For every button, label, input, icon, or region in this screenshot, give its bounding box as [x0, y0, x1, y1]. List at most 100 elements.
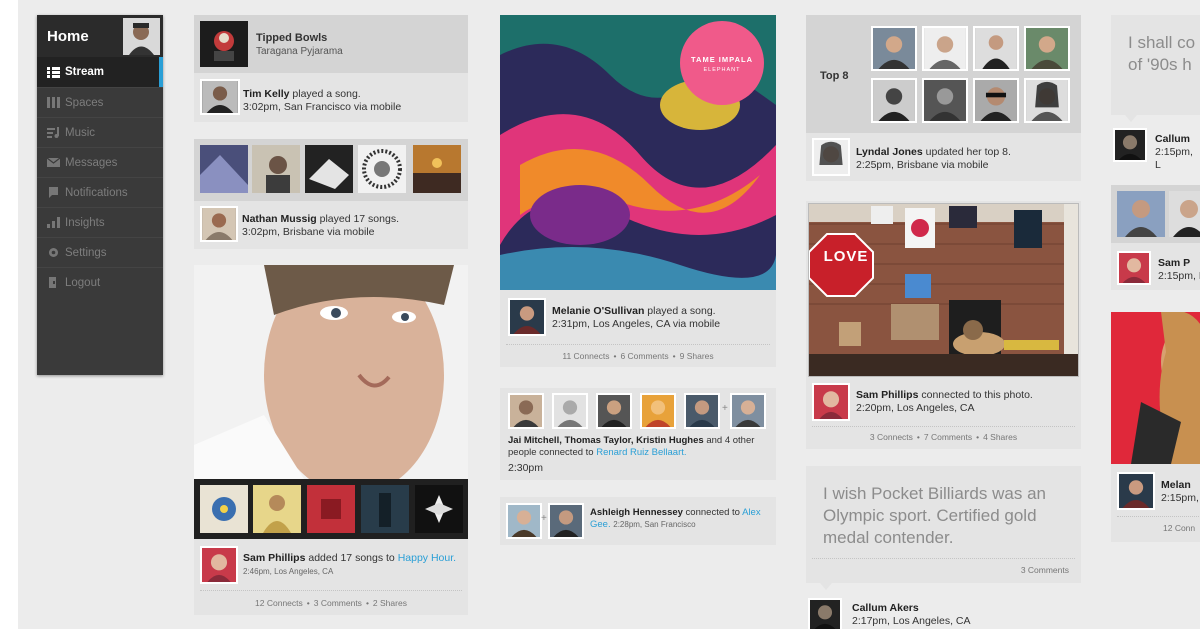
activity-action: played a song. [289, 88, 361, 100]
avatar[interactable] [508, 298, 546, 336]
album-thumb[interactable] [253, 485, 301, 533]
avatar[interactable] [808, 598, 842, 629]
divider [506, 344, 770, 345]
user-name[interactable]: Sam Phillips [856, 389, 918, 401]
avatar[interactable] [640, 393, 676, 429]
shares-link[interactable]: 4 Shares [983, 432, 1017, 442]
connects-link[interactable]: 12 Connects [255, 598, 303, 608]
shares-link[interactable]: 9 Shares [680, 351, 714, 361]
album-thumb[interactable] [361, 485, 409, 533]
avatar[interactable] [1117, 251, 1151, 285]
user-name[interactable]: Tim Kelly [243, 88, 290, 100]
avatar[interactable] [508, 393, 544, 429]
connects-link[interactable]: 11 Connects [562, 351, 609, 361]
avatar[interactable] [922, 78, 968, 123]
album-art[interactable] [200, 21, 248, 67]
settings-icon [47, 247, 60, 258]
song-artist[interactable]: Taragana Pyjarama [256, 45, 343, 58]
avatar[interactable] [812, 138, 850, 176]
comments-link[interactable]: 7 Comments [924, 432, 972, 442]
sidebar-item-messages[interactable]: Messages [37, 147, 163, 177]
album-thumb[interactable] [200, 485, 248, 533]
album-thumb[interactable] [307, 485, 355, 533]
home-link[interactable]: Home [47, 28, 89, 45]
avatar[interactable] [730, 393, 766, 429]
playlist-link[interactable]: Happy Hour. [398, 552, 456, 564]
album-thumb[interactable] [200, 145, 248, 193]
sidebar-header: Home [37, 15, 163, 57]
user-name[interactable]: Callum [1155, 133, 1190, 145]
user-name[interactable]: Melan [1161, 479, 1191, 491]
activity-text: Nathan Mussig played 17 songs. [242, 213, 399, 226]
user-name[interactable]: Sam P [1158, 257, 1190, 269]
user-name[interactable]: Lyndal Jones [856, 146, 923, 158]
album-thumb[interactable] [413, 145, 461, 193]
performer-photo[interactable] [1111, 312, 1200, 464]
album-thumb[interactable] [358, 145, 406, 193]
sidebar-item-label: Insights [65, 216, 105, 229]
sidebar-item-notifications[interactable]: Notifications [37, 177, 163, 207]
avatar[interactable] [973, 78, 1019, 123]
activity-meta: 2:17pm, Los Angeles, CA [852, 615, 971, 627]
sidebar-item-spaces[interactable]: Spaces [37, 87, 163, 117]
user-names[interactable]: Jai Mitchell, Thomas Taylor, Kristin Hug… [508, 435, 704, 446]
album-thumb[interactable] [305, 145, 353, 193]
avatar[interactable] [1024, 26, 1070, 71]
sidebar-item-insights[interactable]: Insights [37, 207, 163, 237]
target-link[interactable]: Renard Ruiz Bellaart. [596, 447, 686, 458]
comments-link[interactable]: 3 Comments [806, 565, 1081, 575]
avatar[interactable] [812, 383, 850, 421]
avatar[interactable] [1169, 191, 1200, 237]
user-avatar[interactable] [123, 18, 160, 55]
avatar[interactable] [922, 26, 968, 71]
activity-text: Sam P [1158, 257, 1190, 270]
sidebar-item-logout[interactable]: Logout [37, 267, 163, 297]
card-stats: 12 Connects • 3 Comments • 2 Shares [255, 598, 407, 608]
connects-link[interactable]: 12 Conn [1163, 523, 1195, 533]
album-title-text: ELEPHANT [703, 67, 741, 73]
activity-text: Melanie O'Sullivan played a song. [552, 305, 716, 318]
avatar[interactable] [200, 79, 240, 115]
room-photo[interactable] [808, 203, 1079, 377]
song-title[interactable]: Tipped Bowls [256, 32, 327, 45]
avatar[interactable] [871, 78, 917, 123]
user-name[interactable]: Callum Akers [852, 602, 919, 614]
user-name[interactable]: Nathan Mussig [242, 213, 317, 225]
avatar[interactable] [973, 26, 1019, 71]
speech-tail [820, 583, 832, 590]
avatar[interactable] [548, 503, 584, 539]
avatar[interactable] [1113, 128, 1147, 162]
avatar[interactable] [1117, 191, 1165, 237]
album-card: TAME IMPALA ELEPHANT Melanie O'Sullivan … [500, 15, 776, 367]
user-name[interactable]: Melanie O'Sullivan [552, 305, 644, 317]
photo-card: Sam P 2:15pm, L [1111, 185, 1200, 290]
avatar[interactable] [1024, 78, 1070, 123]
avatar[interactable] [871, 26, 917, 71]
album-thumb[interactable] [252, 145, 300, 193]
avatar[interactable] [200, 546, 238, 584]
avatar[interactable] [552, 393, 588, 429]
avatar[interactable] [200, 206, 238, 242]
connects-link[interactable]: 3 Connects [870, 432, 913, 442]
quote-card: I shall co of '90s h [1111, 15, 1200, 122]
comments-link[interactable]: 6 Comments [620, 351, 668, 361]
avatar[interactable] [506, 503, 542, 539]
album-thumb[interactable] [415, 485, 463, 533]
comments-link[interactable]: 3 Comments [314, 598, 362, 608]
sidebar-item-music[interactable]: Music [37, 117, 163, 147]
avatar[interactable] [684, 393, 720, 429]
activity-meta: 2:20pm, Los Angeles, CA [856, 402, 975, 414]
portrait-photo[interactable] [194, 265, 468, 479]
shares-link[interactable]: 2 Shares [373, 598, 407, 608]
sidebar-item-settings[interactable]: Settings [37, 237, 163, 267]
top8-card: Top 8 Lyndal Jones updated her top 8. 2:… [806, 15, 1081, 181]
music-icon [47, 127, 60, 138]
activity-text: Melan [1161, 479, 1191, 492]
activity-text: Sam Phillips connected to this photo. [856, 389, 1033, 402]
user-name[interactable]: Ashleigh Hennessey [590, 507, 683, 518]
avatar[interactable] [596, 393, 632, 429]
sidebar-item-stream[interactable]: Stream [37, 57, 163, 87]
avatar[interactable] [1117, 472, 1155, 510]
user-name[interactable]: Sam Phillips [243, 552, 305, 564]
notifications-icon [47, 187, 60, 198]
